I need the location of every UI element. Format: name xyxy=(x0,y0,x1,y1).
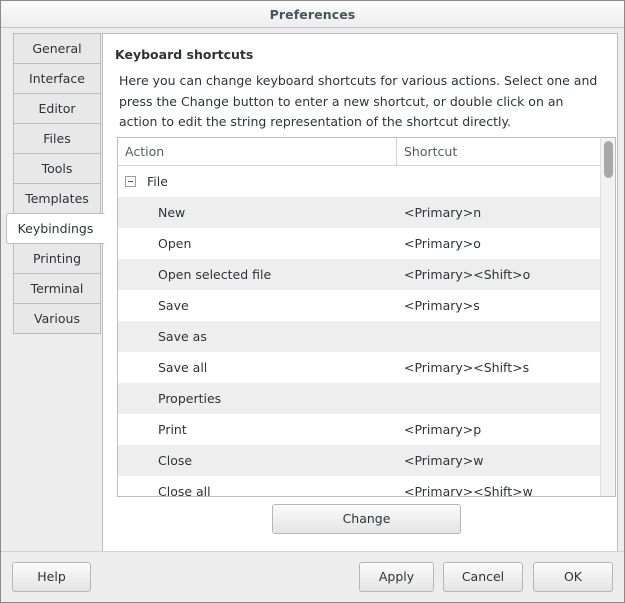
action-label: Open selected file xyxy=(158,267,271,282)
page-description: Here you can change keyboard shortcuts f… xyxy=(119,71,601,133)
action-label: Open xyxy=(158,236,191,251)
cell-shortcut: <Primary><Shift>o xyxy=(397,267,615,282)
table-row[interactable]: Save as xyxy=(118,321,615,352)
table-row[interactable]: Open <Primary>o xyxy=(118,228,615,259)
table-row[interactable]: New <Primary>n xyxy=(118,197,615,228)
sidebar-item-tools[interactable]: Tools xyxy=(13,153,101,184)
sidebar-item-label: Interface xyxy=(29,71,85,86)
cell-action: Print xyxy=(118,422,397,437)
cell-action: Close all xyxy=(118,484,397,496)
sidebar-item-label: Printing xyxy=(33,251,81,266)
sidebar-item-label: Editor xyxy=(39,101,76,116)
cell-shortcut: <Primary>n xyxy=(397,205,615,220)
keybindings-panel: Keyboard shortcuts Here you can change k… xyxy=(102,33,618,552)
apply-button[interactable]: Apply xyxy=(359,562,434,592)
cell-shortcut: <Primary>w xyxy=(397,453,615,468)
page-title: Keyboard shortcuts xyxy=(115,47,617,62)
cell-shortcut: <Primary>p xyxy=(397,422,615,437)
action-label: Save as xyxy=(158,329,207,344)
sidebar-item-label: Tools xyxy=(42,161,73,176)
table-row[interactable]: Open selected file <Primary><Shift>o xyxy=(118,259,615,290)
help-button[interactable]: Help xyxy=(12,562,91,592)
sidebar-item-label: Various xyxy=(34,311,80,326)
column-header-shortcut[interactable]: Shortcut xyxy=(397,138,615,166)
cell-shortcut: <Primary><Shift>w xyxy=(397,484,615,496)
sidebar-item-interface[interactable]: Interface xyxy=(13,63,101,94)
cell-action: Close xyxy=(118,453,397,468)
sidebar-item-label: Terminal xyxy=(31,281,84,296)
preferences-window: Preferences General Interface Editor Files T… xyxy=(0,0,625,603)
action-label: Properties xyxy=(158,391,221,406)
table-group-row[interactable]: File xyxy=(118,166,615,197)
sidebar-item-label: Files xyxy=(43,131,70,146)
cell-action: Save xyxy=(118,298,397,313)
cell-action: File xyxy=(118,174,397,189)
cell-action: Open selected file xyxy=(118,267,397,282)
table-body: File New <Primary>n Open <Primary>o Open sele… xyxy=(118,166,615,496)
table-row[interactable]: Properties xyxy=(118,383,615,414)
sidebar-item-general[interactable]: General xyxy=(13,33,101,64)
column-header-action[interactable]: Action xyxy=(118,138,397,166)
sidebar-item-label: Keybindings xyxy=(18,221,94,236)
table-row[interactable]: Print <Primary>p xyxy=(118,414,615,445)
cell-action: New xyxy=(118,205,397,220)
table-header-row: Action Shortcut xyxy=(118,138,615,166)
preferences-notebook: General Interface Editor Files Tools Template… xyxy=(6,33,618,552)
window-body: General Interface Editor Files Tools Template… xyxy=(1,28,624,602)
sidebar-item-files[interactable]: Files xyxy=(13,123,101,154)
ok-button[interactable]: OK xyxy=(533,562,613,592)
change-button-row: Change xyxy=(117,504,616,534)
table-row[interactable]: Close all <Primary><Shift>w xyxy=(118,476,615,496)
sidebar-item-label: Templates xyxy=(25,191,89,206)
action-label: Close all xyxy=(158,484,211,496)
sidebar-item-various[interactable]: Various xyxy=(13,303,101,334)
cell-action: Properties xyxy=(118,391,397,406)
table-row[interactable]: Save all <Primary><Shift>s xyxy=(118,352,615,383)
sidebar-item-templates[interactable]: Templates xyxy=(13,183,101,214)
vertical-scrollbar[interactable] xyxy=(600,138,615,496)
action-label: New xyxy=(158,205,185,220)
action-label: Save all xyxy=(158,360,207,375)
sidebar-item-terminal[interactable]: Terminal xyxy=(13,273,101,304)
table-row[interactable]: Save <Primary>s xyxy=(118,290,615,321)
sidebar-item-label: General xyxy=(32,41,81,56)
sidebar-item-printing[interactable]: Printing xyxy=(13,243,101,274)
sidebar-tablist: General Interface Editor Files Tools Template… xyxy=(6,33,101,334)
window-title: Preferences xyxy=(270,7,356,22)
sidebar-item-editor[interactable]: Editor xyxy=(13,93,101,124)
cell-action: Save all xyxy=(118,360,397,375)
collapse-expander-icon[interactable] xyxy=(125,176,136,187)
action-label: Close xyxy=(158,453,192,468)
dialog-action-bar: Help Apply Cancel OK xyxy=(1,551,624,602)
cell-action: Open xyxy=(118,236,397,251)
action-label: Print xyxy=(158,422,187,437)
title-bar: Preferences xyxy=(1,1,624,28)
cell-shortcut: <Primary>o xyxy=(397,236,615,251)
action-label: Save xyxy=(158,298,189,313)
change-button[interactable]: Change xyxy=(272,504,461,534)
cell-shortcut: <Primary><Shift>s xyxy=(397,360,615,375)
shortcuts-treeview[interactable]: Action Shortcut File New <Primary>n Open <Pr… xyxy=(117,137,616,497)
action-label: File xyxy=(147,174,168,189)
sidebar-item-keybindings[interactable]: Keybindings xyxy=(6,213,105,244)
table-row[interactable]: Close <Primary>w xyxy=(118,445,615,476)
cell-shortcut: <Primary>s xyxy=(397,298,615,313)
cancel-button[interactable]: Cancel xyxy=(443,562,523,592)
scrollbar-thumb[interactable] xyxy=(604,141,613,178)
cell-action: Save as xyxy=(118,329,397,344)
